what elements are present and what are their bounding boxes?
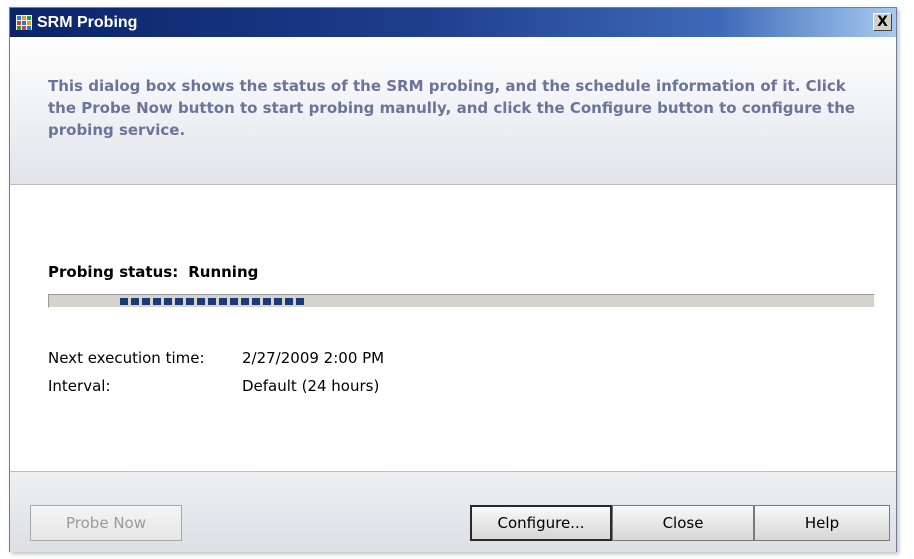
progress-block	[142, 298, 150, 305]
progress-block	[252, 298, 260, 305]
close-button[interactable]: Close	[612, 505, 754, 541]
progress-block	[120, 298, 128, 305]
app-icon-cell	[17, 26, 21, 30]
header-panel: This dialog box shows the status of the …	[10, 37, 896, 185]
close-window-button[interactable]: X	[873, 13, 892, 31]
next-execution-value: 2/27/2009 2:00 PM	[242, 349, 385, 367]
app-icon-cell	[22, 21, 26, 25]
srm-probing-dialog: SRM Probing X This dialog box shows the …	[9, 7, 897, 552]
progress-block	[296, 298, 304, 305]
app-icon-cell	[22, 26, 26, 30]
probing-status-label: Probing status:	[48, 263, 179, 281]
app-icon-cell	[27, 16, 31, 20]
progress-block	[164, 298, 172, 305]
interval-label: Interval:	[48, 377, 111, 395]
title-bar[interactable]: SRM Probing X	[10, 8, 896, 37]
progress-block	[263, 298, 271, 305]
app-icon-cell	[27, 26, 31, 30]
app-icon-cell	[17, 16, 21, 20]
progress-block	[219, 298, 227, 305]
dialog-description: This dialog box shows the status of the …	[48, 77, 856, 139]
app-icon-cell	[22, 16, 26, 20]
interval-value: Default (24 hours)	[242, 377, 380, 395]
progress-block	[153, 298, 161, 305]
progress-block	[241, 298, 249, 305]
window-title: SRM Probing	[37, 14, 138, 31]
progress-block	[197, 298, 205, 305]
help-button[interactable]: Help	[754, 505, 890, 541]
app-icon-cell	[17, 21, 21, 25]
progress-block	[131, 298, 139, 305]
configure-button[interactable]: Configure...	[470, 505, 612, 541]
progress-block	[230, 298, 238, 305]
probing-status-value: Running	[188, 263, 259, 281]
progress-block	[175, 298, 183, 305]
button-bar: Probe Now Configure... Close Help	[10, 471, 896, 552]
probing-progress-bar	[48, 294, 875, 308]
progress-block	[274, 298, 282, 305]
progress-marquee	[120, 298, 304, 305]
probe-now-button[interactable]: Probe Now	[30, 505, 182, 541]
progress-block	[285, 298, 293, 305]
probing-status: Probing status: Running	[48, 263, 258, 281]
app-icon	[16, 15, 32, 30]
app-icon-cell	[27, 21, 31, 25]
progress-block	[208, 298, 216, 305]
next-execution-label: Next execution time:	[48, 349, 205, 367]
progress-block	[186, 298, 194, 305]
